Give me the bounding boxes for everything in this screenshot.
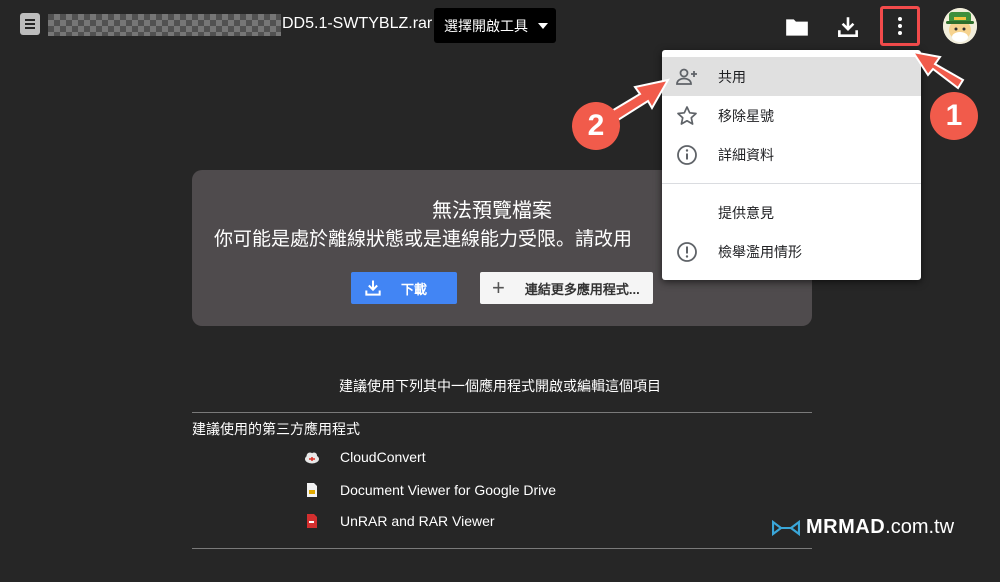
watermark-domain: .com.tw bbox=[885, 516, 955, 538]
annotation-arrows bbox=[608, 50, 965, 122]
watermark: MRMAD .com.tw bbox=[772, 516, 954, 539]
watermark-brand: MRMAD bbox=[806, 516, 886, 538]
mrmad-logo-icon bbox=[772, 519, 800, 536]
step-badge-1: 1 bbox=[930, 92, 978, 140]
step-badge-2: 2 bbox=[572, 102, 620, 150]
